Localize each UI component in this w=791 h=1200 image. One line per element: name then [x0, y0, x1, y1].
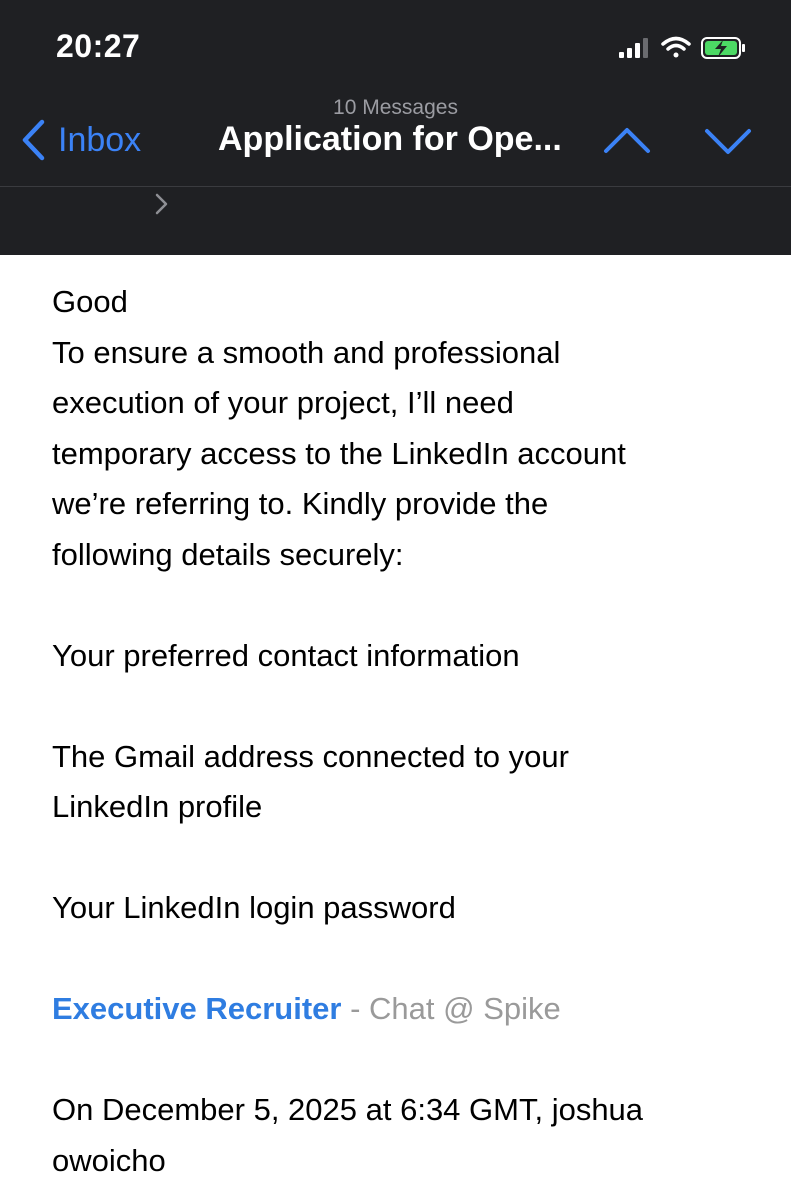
quote-header-cont: owoicho — [52, 1142, 166, 1178]
signature-link[interactable]: Executive Recruiter — [52, 991, 341, 1026]
body-line: To ensure a smooth and professional — [52, 334, 561, 370]
body-line: temporary access to the LinkedIn account — [52, 435, 626, 471]
request-item-contact: Your preferred contact information — [52, 637, 520, 673]
chevron-down-icon — [705, 129, 751, 154]
signature-suffix: - Chat @ Spike — [341, 991, 561, 1026]
header-divider — [0, 186, 791, 187]
cellular-signal-icon — [619, 38, 648, 58]
chevron-left-icon — [22, 119, 45, 161]
greeting: Good — [52, 284, 128, 319]
request-item-gmail-cont: LinkedIn profile — [52, 789, 263, 824]
body-line: execution of your project, I’ll need — [52, 385, 514, 420]
email-header-bar: 20:27 10 Messages Inbox Application for … — [0, 0, 791, 255]
body-line: we’re referring to. Kindly provide the — [52, 486, 549, 521]
request-item-gmail: The Gmail address connected to your — [52, 738, 569, 774]
chevron-up-icon — [604, 128, 650, 153]
quote-header: On December 5, 2025 at 6:34 GMT, joshua — [52, 1092, 644, 1127]
message-count: 10 Messages — [333, 96, 458, 119]
request-item-password: Your LinkedIn login password — [52, 890, 456, 925]
back-label: Inbox — [58, 120, 142, 159]
email-body: Good To ensure a smooth and professional… — [52, 277, 752, 1186]
status-icons — [619, 36, 745, 59]
next-message-button[interactable] — [703, 123, 753, 159]
inbox-back-button[interactable]: Inbox — [20, 118, 141, 162]
thread-title: Application for Ope... — [218, 120, 562, 158]
chevron-right-icon — [155, 193, 168, 215]
body-line: following details securely: — [52, 536, 404, 572]
status-time: 20:27 — [56, 28, 141, 64]
signature: Executive Recruiter - Chat @ Spike — [52, 984, 752, 1035]
wifi-icon — [661, 36, 691, 58]
previous-message-button[interactable] — [602, 123, 652, 159]
battery-charging-icon — [701, 37, 745, 59]
expand-details-button[interactable] — [152, 192, 172, 216]
